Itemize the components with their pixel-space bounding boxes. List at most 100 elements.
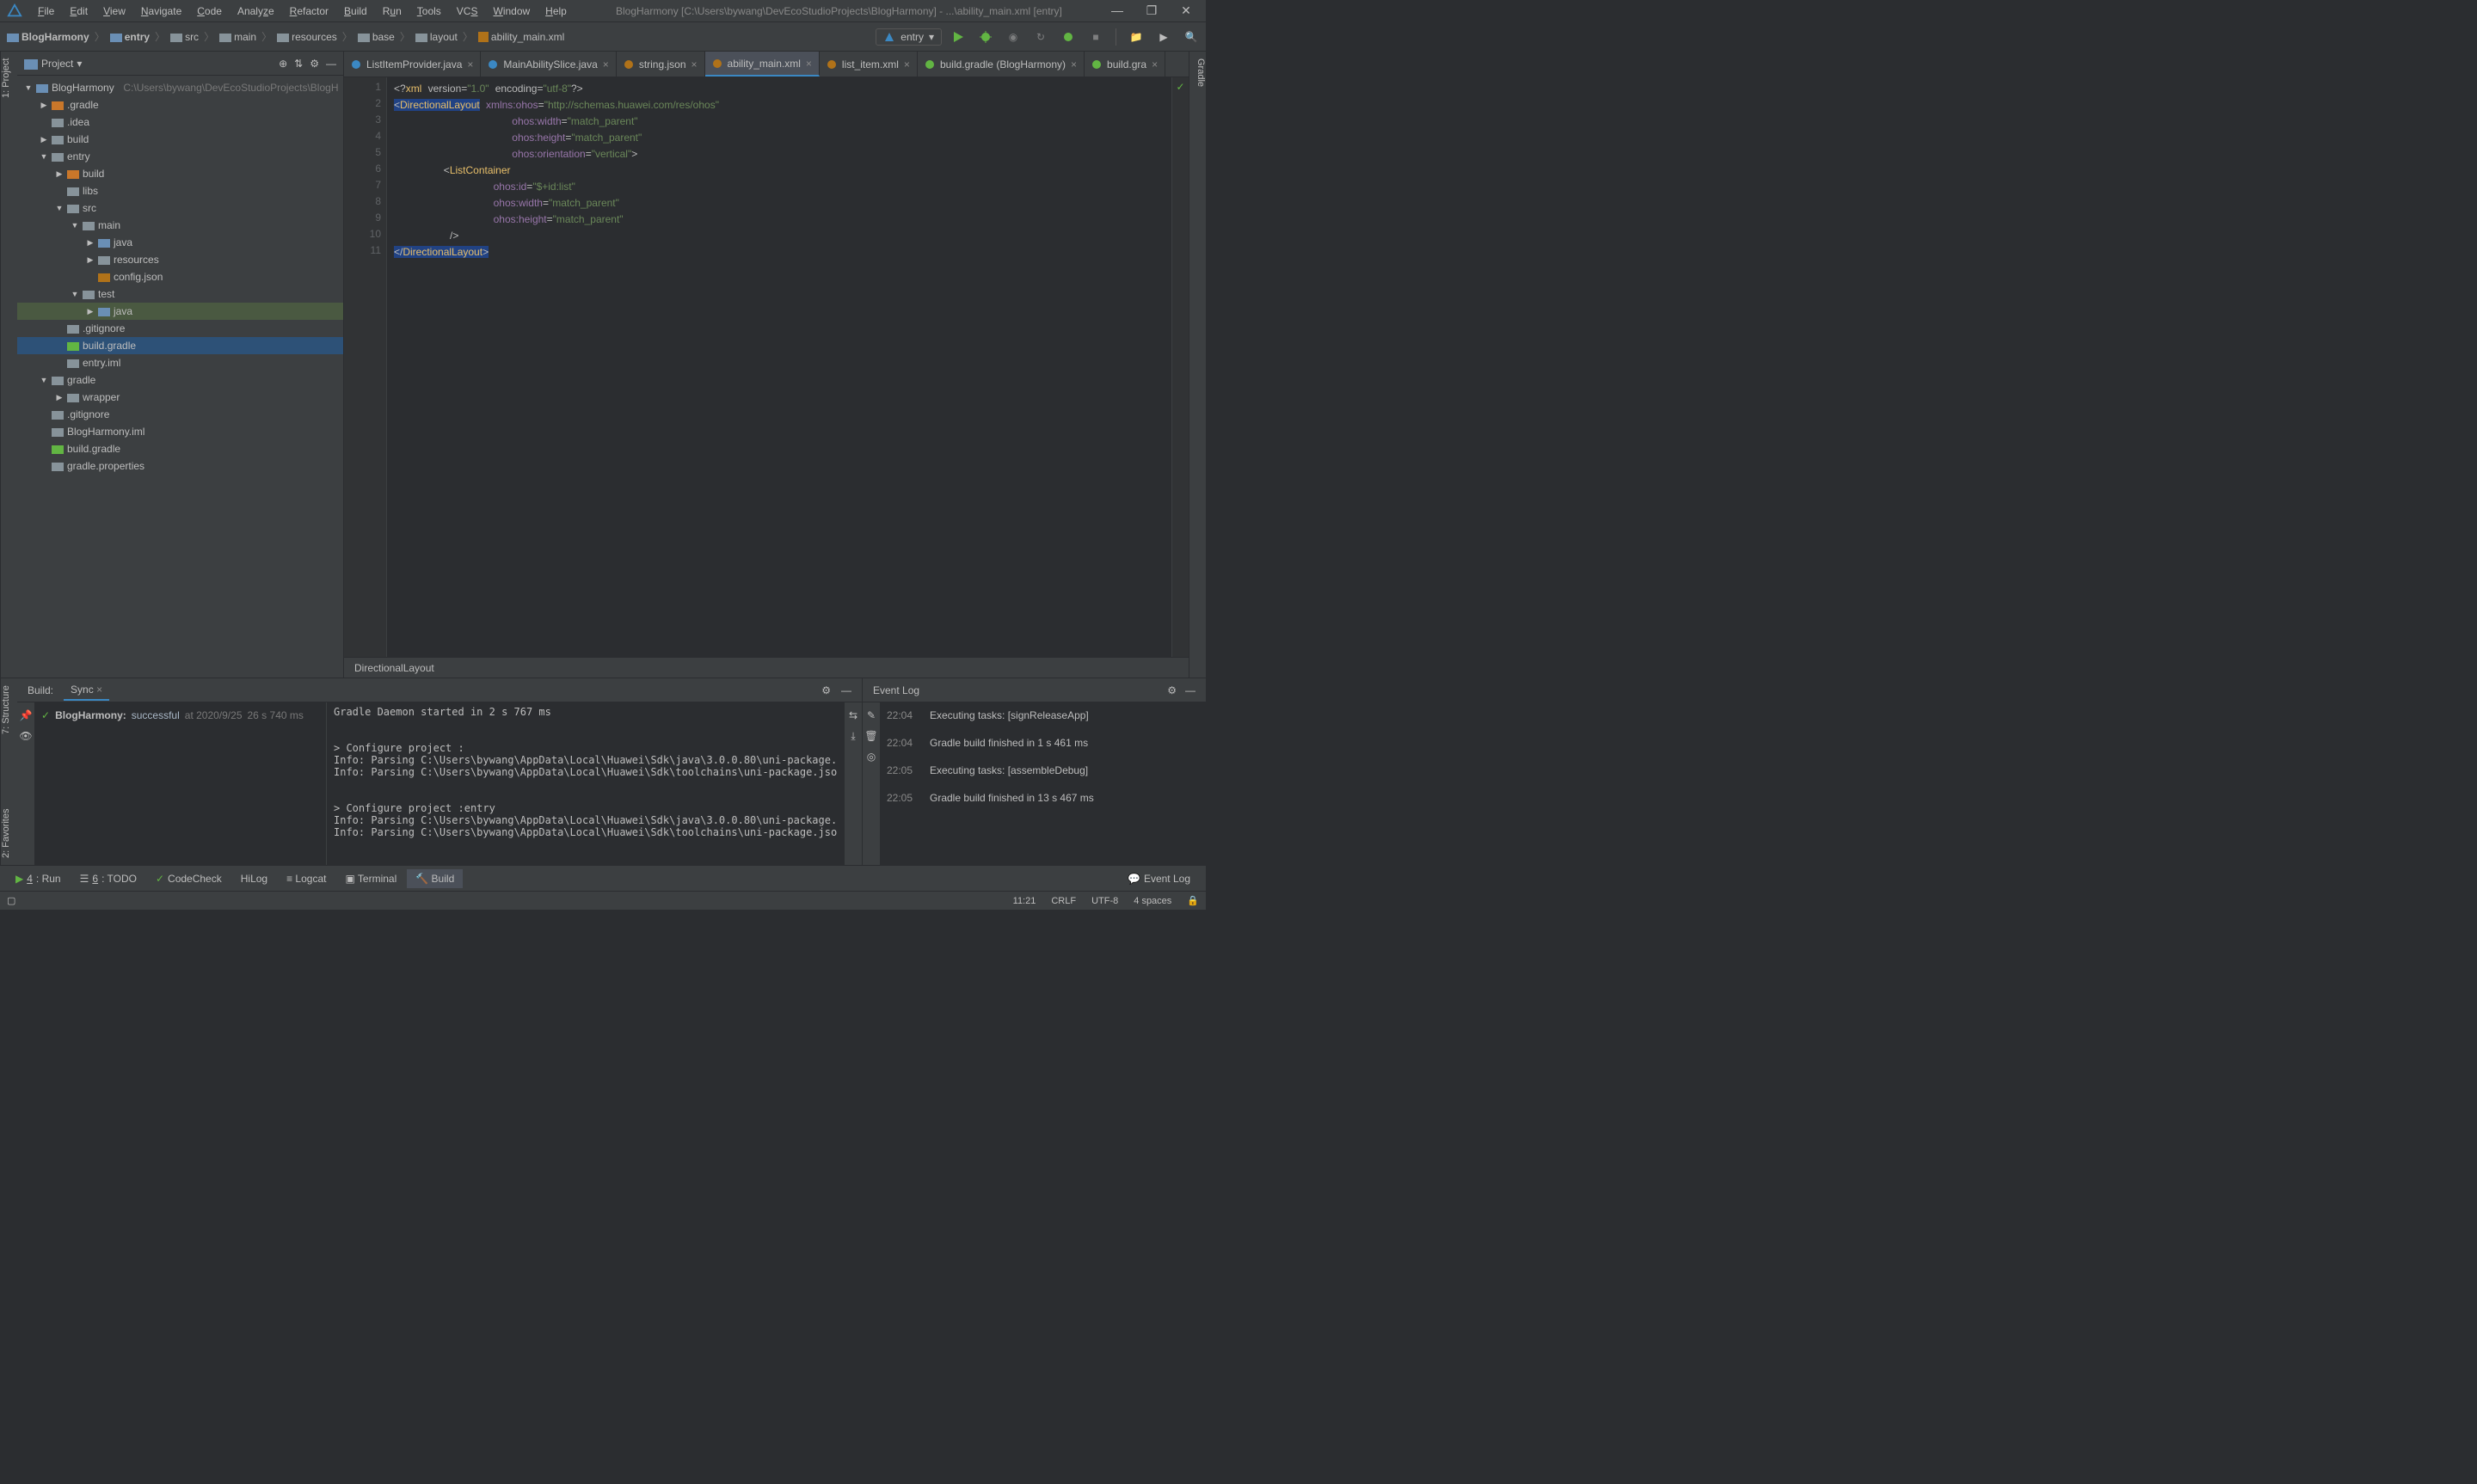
tree-node[interactable]: ▼main <box>17 217 343 234</box>
crumb[interactable]: ability_main.xml <box>478 31 564 43</box>
close-icon[interactable]: × <box>806 58 812 70</box>
status-icon[interactable]: ▢ <box>7 895 15 906</box>
menu-run[interactable]: Run <box>376 3 409 19</box>
tree-node[interactable]: build.gradle <box>17 440 343 457</box>
menu-refactor[interactable]: Refactor <box>283 3 335 19</box>
tree-node[interactable]: ▼entry <box>17 148 343 165</box>
code-editor[interactable]: <?xml version="1.0" encoding="utf-8"?> <… <box>387 77 1171 657</box>
crumb[interactable]: base <box>358 31 395 43</box>
tree-node[interactable]: ▶wrapper <box>17 389 343 406</box>
menu-code[interactable]: Code <box>190 3 229 19</box>
tree-node[interactable]: ▶.gradle <box>17 96 343 113</box>
crumb[interactable]: layout <box>415 31 458 43</box>
trash-icon[interactable]: 🗑 <box>864 730 877 742</box>
editor-tab[interactable]: build.gra× <box>1085 52 1165 77</box>
sync-tab[interactable]: Sync × <box>64 680 109 701</box>
editor-breadcrumb[interactable]: DirectionalLayout <box>344 657 1189 678</box>
footer-todo[interactable]: ☰ 6: TODO <box>71 869 145 888</box>
event-log-item[interactable]: 22:05Gradle build finished in 13 s 467 m… <box>887 792 1199 804</box>
coverage-button[interactable]: ◉ <box>1005 29 1021 45</box>
menu-window[interactable]: Window <box>486 3 537 19</box>
tree-node[interactable]: build.gradle <box>17 337 343 354</box>
project-view-select[interactable]: Project ▾ <box>24 58 279 70</box>
close-button[interactable]: ✕ <box>1173 3 1199 18</box>
profile-button[interactable]: ↻ <box>1033 29 1048 45</box>
stop-button[interactable]: ■ <box>1088 29 1103 45</box>
tree-node[interactable]: ▶build <box>17 131 343 148</box>
event-log-item[interactable]: 22:04Gradle build finished in 1 s 461 ms <box>887 737 1199 749</box>
hide-icon[interactable]: — <box>326 58 336 70</box>
gear-icon[interactable]: ⚙ <box>310 58 319 70</box>
side-tab-structure[interactable]: 2: Favorites7: Structure <box>0 678 17 865</box>
edit-icon[interactable]: ✎ <box>867 709 876 721</box>
side-tab-project[interactable]: 1: Project <box>0 52 17 678</box>
status-eol[interactable]: CRLF <box>1051 896 1076 906</box>
footer-codecheck[interactable]: ✓ CodeCheck <box>147 869 230 888</box>
close-icon[interactable]: × <box>904 58 910 71</box>
hide-icon[interactable]: — <box>841 684 851 696</box>
menu-analyze[interactable]: Analyze <box>230 3 281 19</box>
menu-build[interactable]: Build <box>337 3 374 19</box>
event-log-item[interactable]: 22:04Executing tasks: [signReleaseApp] <box>887 709 1199 721</box>
footer-terminal[interactable]: ▣ Terminal <box>336 869 405 888</box>
footer-run[interactable]: ▶ 4: Run <box>7 869 70 888</box>
tree-node[interactable]: ▶resources <box>17 251 343 268</box>
editor-tab[interactable]: ListItemProvider.java× <box>344 52 481 77</box>
editor-tab[interactable]: MainAbilitySlice.java× <box>481 52 616 77</box>
tree-node[interactable]: ▼BlogHarmony C:\Users\bywang\DevEcoStudi… <box>17 79 343 96</box>
pin-icon[interactable]: 📌 <box>20 709 33 721</box>
tree-node[interactable]: .idea <box>17 113 343 131</box>
eye-icon[interactable]: 👁 <box>19 730 32 742</box>
run-button[interactable] <box>950 29 966 45</box>
tree-node[interactable]: .gitignore <box>17 406 343 423</box>
attach-debug-button[interactable] <box>1060 29 1076 45</box>
collapse-icon[interactable]: ⊕ <box>279 58 287 70</box>
footer-logcat[interactable]: ≡ Logcat <box>278 869 335 888</box>
run-config-select[interactable]: entry ▾ <box>876 28 942 46</box>
gear-icon[interactable]: ⚙ <box>1167 684 1177 696</box>
crumb[interactable]: src <box>170 31 199 43</box>
close-icon[interactable]: × <box>603 58 609 71</box>
tree-node[interactable]: ▼test <box>17 285 343 303</box>
preview-button[interactable]: ▶ <box>1156 29 1171 45</box>
tree-node[interactable]: ▼src <box>17 199 343 217</box>
side-tab-gradle[interactable]: Gradle <box>1189 52 1206 678</box>
menu-vcs[interactable]: VCS <box>450 3 485 19</box>
close-icon[interactable]: × <box>467 58 473 71</box>
editor-tab[interactable]: build.gradle (BlogHarmony)× <box>918 52 1085 77</box>
project-tree[interactable]: ▼BlogHarmony C:\Users\bywang\DevEcoStudi… <box>17 76 343 678</box>
build-output[interactable]: Gradle Daemon started in 2 s 767 ms > Co… <box>327 702 845 865</box>
footer-hilog[interactable]: HiLog <box>232 869 276 888</box>
tree-node[interactable]: ▶java <box>17 303 343 320</box>
menu-file[interactable]: File <box>31 3 61 19</box>
gear-icon[interactable]: ⚙ <box>821 684 831 696</box>
search-button[interactable]: 🔍 <box>1183 29 1199 45</box>
footer-event-log[interactable]: 💬 Event Log <box>1119 869 1199 888</box>
status-lock-icon[interactable]: 🔒 <box>1187 895 1199 906</box>
close-icon[interactable]: × <box>1071 58 1077 71</box>
close-icon[interactable]: × <box>691 58 698 71</box>
editor-tab[interactable]: list_item.xml× <box>820 52 918 77</box>
status-encoding[interactable]: UTF-8 <box>1091 896 1118 906</box>
editor-tab[interactable]: string.json× <box>617 52 705 77</box>
tree-node[interactable]: ▶build <box>17 165 343 182</box>
crumb[interactable]: entry <box>110 31 150 43</box>
debug-button[interactable] <box>978 29 993 45</box>
menu-navigate[interactable]: Navigate <box>134 3 188 19</box>
tree-node[interactable]: config.json <box>17 268 343 285</box>
menu-view[interactable]: View <box>96 3 132 19</box>
menu-edit[interactable]: Edit <box>63 3 95 19</box>
tree-node[interactable]: BlogHarmony.iml <box>17 423 343 440</box>
tree-node[interactable]: ▼gradle <box>17 371 343 389</box>
minimize-button[interactable]: — <box>1104 3 1130 18</box>
tree-node[interactable]: .gitignore <box>17 320 343 337</box>
wrap-icon[interactable]: ⇆ <box>849 709 857 721</box>
editor-tab[interactable]: ability_main.xml× <box>705 52 820 77</box>
target-icon[interactable]: ◎ <box>867 751 876 763</box>
status-indent[interactable]: 4 spaces <box>1134 896 1171 906</box>
menu-tools[interactable]: Tools <box>410 3 448 19</box>
close-icon[interactable]: × <box>1152 58 1158 71</box>
crumb[interactable]: BlogHarmony <box>7 31 89 43</box>
vcs-button[interactable]: 📁 <box>1128 29 1144 45</box>
tree-node[interactable]: libs <box>17 182 343 199</box>
